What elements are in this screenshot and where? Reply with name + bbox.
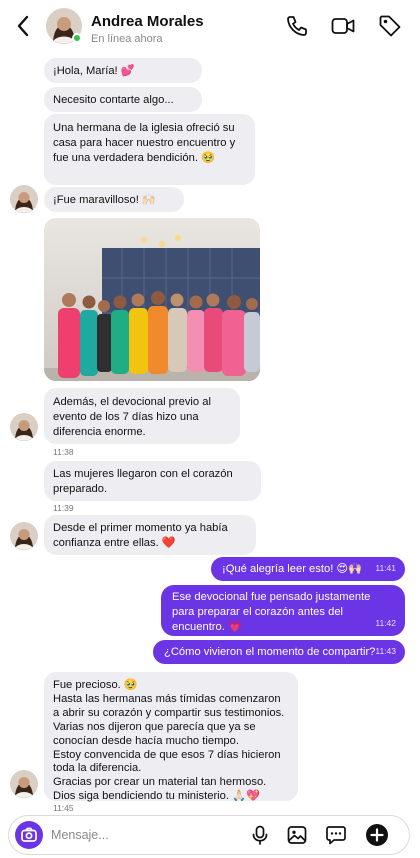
camera-icon (21, 827, 37, 842)
message-line: Dios siga bendiciendo tu ministerio. 🙏🏻💖 (53, 790, 260, 803)
message-bubble[interactable]: Las mujeres llegaron con el corazón prep… (44, 461, 261, 501)
back-arrow-icon[interactable] (12, 12, 36, 40)
message-text: Necesito contarte algo... (53, 94, 174, 106)
phone-icon[interactable] (284, 13, 310, 39)
message-line: Varias nos dijeron que parecía que ya se… (53, 720, 256, 747)
message-timestamp: 11:43 (375, 646, 396, 657)
add-icon[interactable] (365, 823, 389, 847)
message-line: Gracias por crear un material tan hermos… (53, 776, 267, 789)
image-icon[interactable] (286, 824, 308, 846)
message-bubble[interactable]: ¡Fue maravilloso! 🙌🏻 (44, 187, 184, 212)
message-text: Además, el devocional previo al evento d… (53, 396, 211, 438)
camera-button[interactable] (15, 821, 43, 849)
message-text: ¡Hola, María! 💕 (53, 65, 135, 77)
video-camera-icon[interactable] (330, 13, 356, 39)
message-text: Ese devocional fue pensado justamente pa… (172, 591, 371, 633)
contact-status: En línea ahora (91, 33, 163, 45)
message-line: Estoy convencida de que esos 7 días hici… (53, 748, 281, 775)
message-text: ¿Cómo vivieron el momento de compartir? (164, 646, 376, 658)
message-line: Hasta las hermanas más tímidas comenzaro… (53, 692, 285, 719)
contact-name[interactable]: Andrea Morales (91, 13, 204, 30)
shared-photo[interactable] (44, 218, 260, 381)
message-text: Una hermana de la iglesia ofreció su cas… (53, 122, 236, 164)
message-bubble[interactable]: Desde el primer momento ya había confian… (44, 515, 256, 555)
sticker-icon[interactable] (325, 824, 347, 846)
message-input[interactable]: Mensaje... (51, 828, 109, 842)
message-timestamp: 11:41 (375, 563, 396, 574)
microphone-icon[interactable] (249, 824, 271, 846)
message-bubble[interactable]: ¡Hola, María! 💕 (44, 58, 202, 83)
message-bubble[interactable]: Necesito contarte algo... (44, 87, 202, 112)
contact-avatar-small[interactable] (10, 185, 38, 213)
message-timestamp: 11:45 (53, 803, 74, 813)
contact-avatar-small[interactable] (10, 522, 38, 550)
message-timestamp: 11:39 (53, 503, 74, 513)
message-bubble-sent[interactable]: ¡Qué alegría leer esto! 😍🙌🏻 11:41 (211, 557, 405, 581)
message-bubble[interactable]: Una hermana de la iglesia ofreció su cas… (44, 114, 255, 185)
message-timestamp: 11:42 (375, 618, 396, 629)
message-bubble-sent[interactable]: Ese devocional fue pensado justamente pa… (161, 585, 405, 636)
message-bubble[interactable]: Fue precioso. 🥹 Hasta las hermanas más t… (44, 672, 298, 803)
message-bubble[interactable]: Además, el devocional previo al evento d… (44, 388, 240, 444)
message-bubble-sent[interactable]: ¿Cómo vivieron el momento de compartir? … (153, 640, 405, 664)
message-line: Fue precioso. 🥹 (53, 679, 138, 691)
message-text: ¡Fue maravilloso! 🙌🏻 (53, 194, 156, 206)
online-indicator (72, 33, 82, 43)
message-text: Las mujeres llegaron con el corazón prep… (53, 468, 233, 495)
message-timestamp: 11:38 (53, 447, 74, 457)
message-composer: Mensaje... (8, 815, 410, 855)
message-text: ¡Qué alegría leer esto! 😍🙌🏻 (222, 563, 363, 575)
contact-avatar-small[interactable] (10, 770, 38, 798)
tag-icon[interactable] (377, 13, 403, 39)
message-text: Desde el primer momento ya había confian… (53, 522, 228, 549)
contact-avatar-small[interactable] (10, 413, 38, 441)
chat-header: Andrea Morales En línea ahora (0, 0, 420, 54)
